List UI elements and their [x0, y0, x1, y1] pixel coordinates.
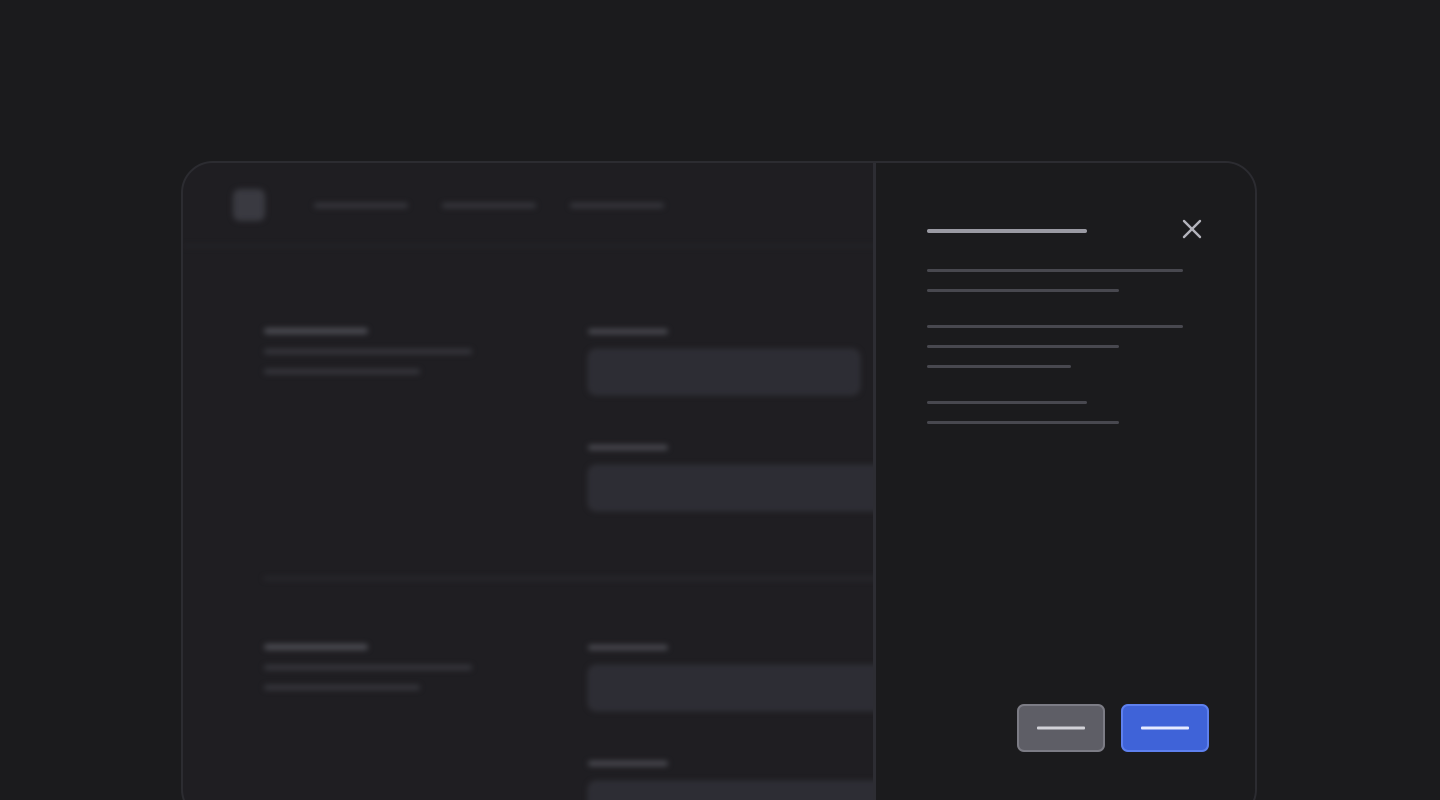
section-2-description-line: [264, 685, 420, 690]
panel-text-line: [927, 269, 1183, 272]
panel-text-line: [927, 421, 1119, 424]
panel-text-line: [927, 401, 1087, 404]
section-1-description-line: [264, 369, 420, 374]
section-2-field-2-input[interactable]: [588, 781, 908, 800]
background-app: [183, 163, 914, 800]
confirm-button-label: [1141, 726, 1189, 730]
panel-text-line: [927, 345, 1119, 348]
section-divider: [264, 577, 914, 580]
section-1-heading: [264, 328, 368, 334]
nav-item-3[interactable]: [570, 203, 664, 208]
section-2-field-1-label: [588, 645, 668, 650]
section-1-field-2-label: [588, 445, 668, 450]
app-window: [181, 161, 1257, 800]
confirm-button[interactable]: [1121, 704, 1209, 752]
close-button[interactable]: [1178, 215, 1206, 243]
panel-text-line: [927, 325, 1183, 328]
panel-title: [927, 229, 1087, 233]
app-logo-icon: [233, 189, 265, 221]
panel-text-line: [927, 289, 1119, 292]
section-1-field-1-input[interactable]: [588, 349, 860, 395]
panel-text-line: [927, 365, 1071, 368]
close-icon: [1182, 219, 1202, 239]
nav-item-2[interactable]: [442, 203, 536, 208]
top-bar: [183, 163, 903, 247]
section-1-field-1-label: [588, 329, 668, 334]
section-2-field-1-input[interactable]: [588, 665, 908, 711]
nav-item-1[interactable]: [314, 203, 408, 208]
screen: [0, 0, 1440, 800]
section-2-heading: [264, 644, 368, 650]
side-panel: [873, 163, 1255, 800]
cancel-button[interactable]: [1017, 704, 1105, 752]
section-1-field-2-input[interactable]: [588, 465, 908, 511]
cancel-button-label: [1037, 726, 1085, 730]
section-1-description-line: [264, 349, 472, 354]
section-2-description-line: [264, 665, 472, 670]
section-2-field-2-label: [588, 761, 668, 766]
